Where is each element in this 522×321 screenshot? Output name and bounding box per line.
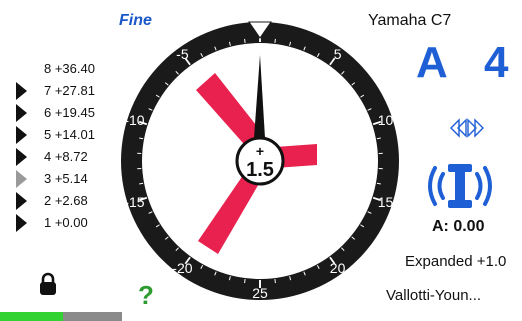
dial-tick-label: -10	[124, 112, 144, 128]
partial-arrow-icon[interactable]	[16, 214, 27, 232]
tuning-dial[interactable]: -20-15-10-50510152025 + 1.5	[120, 10, 410, 321]
partial-label: 8 +36.40	[44, 61, 95, 76]
partial-row[interactable]: 3 +5.14	[10, 168, 120, 190]
partial-arrow-icon[interactable]	[16, 170, 27, 188]
partial-row[interactable]: 6 +19.45	[10, 102, 120, 124]
partial-row[interactable]: 2 +2.68	[10, 190, 120, 212]
dial-tick	[274, 278, 276, 284]
input-level-meter	[0, 312, 122, 321]
lock-icon[interactable]	[38, 272, 58, 296]
dial-tick-label: -5	[176, 46, 189, 62]
direction-arrows-icon[interactable]	[449, 117, 485, 139]
dial-tick	[244, 38, 246, 44]
note-display: A 4	[416, 38, 520, 90]
dial-tick-label: 15	[378, 194, 394, 210]
stretch-setting[interactable]: Expanded +1.0	[405, 253, 506, 270]
center-sign: +	[256, 143, 264, 159]
partial-row[interactable]: 5 +14.01	[10, 124, 120, 146]
dial-tick-label: 25	[252, 285, 268, 301]
partial-row[interactable]: 4 +8.72	[10, 146, 120, 168]
dial-tick-label: 5	[334, 46, 342, 62]
partial-label: 5 +14.01	[44, 127, 95, 142]
tuning-fork-sound-icon[interactable]	[423, 160, 497, 212]
note-octave: 4	[484, 38, 509, 87]
dial-tick-label: -20	[172, 260, 192, 276]
dial-tick	[274, 38, 276, 44]
partial-label: 3 +5.14	[44, 171, 88, 186]
dial-tick-label: 20	[330, 260, 346, 276]
partial-arrow-icon[interactable]	[16, 82, 27, 100]
partial-row[interactable]: 1 +0.00	[10, 212, 120, 234]
partial-arrow-icon[interactable]	[16, 104, 27, 122]
partial-arrow-icon[interactable]	[16, 148, 27, 166]
a-frequency-value[interactable]: A: 0.00	[432, 218, 484, 236]
partial-label: 4 +8.72	[44, 149, 88, 164]
temperament-setting[interactable]: Vallotti-Youn...	[386, 287, 481, 304]
help-icon[interactable]: ?	[138, 280, 154, 311]
partial-label: 6 +19.45	[44, 105, 95, 120]
partial-label: 7 +27.81	[44, 83, 95, 98]
dial-tick-label: 10	[378, 112, 394, 128]
dial-tick-label: -15	[124, 194, 144, 210]
partial-arrow-icon[interactable]	[16, 192, 27, 210]
note-letter: A	[416, 38, 448, 87]
partial-row[interactable]: 8 +36.40	[10, 58, 120, 80]
input-level-fill	[0, 312, 64, 321]
center-value: 1.5	[246, 159, 274, 181]
dial-tick	[244, 278, 246, 284]
partial-row[interactable]: 7 +27.81	[10, 80, 120, 102]
partial-label: 1 +0.00	[44, 215, 88, 230]
partial-arrow-icon[interactable]	[16, 126, 27, 144]
partial-label: 2 +2.68	[44, 193, 88, 208]
